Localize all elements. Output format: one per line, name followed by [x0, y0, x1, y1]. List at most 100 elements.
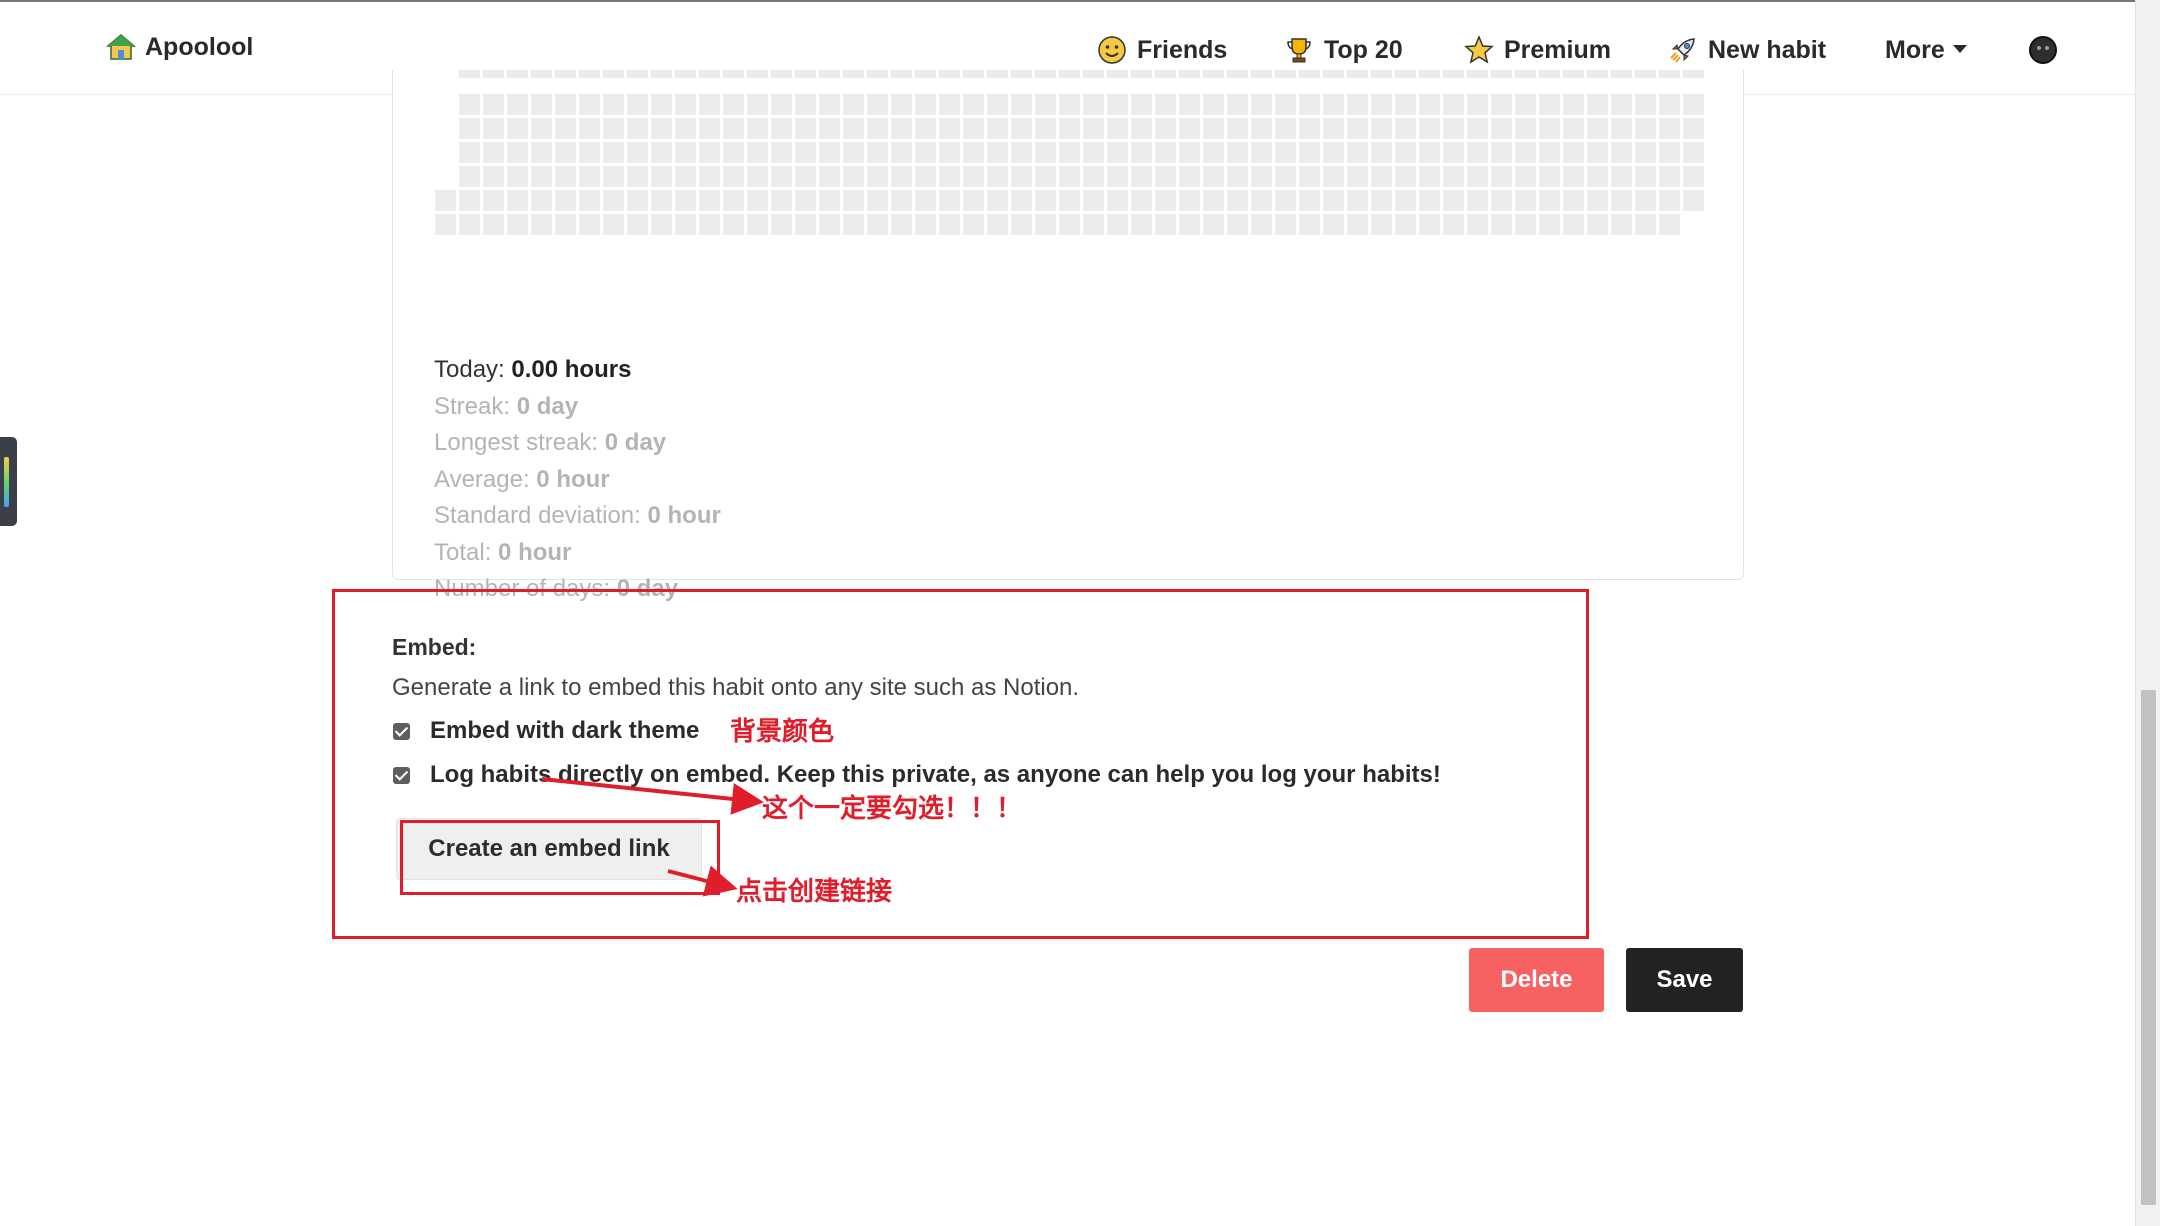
heatmap-cell: [1203, 94, 1224, 115]
heatmap-cell: [1227, 118, 1248, 139]
heatmap-cell: [1371, 142, 1392, 163]
scrollbar-thumb[interactable]: [2141, 690, 2156, 1205]
heatmap-cell: [555, 190, 576, 211]
heatmap-cell: [531, 94, 552, 115]
heatmap-cell: [1515, 94, 1536, 115]
heatmap-cell: [627, 94, 648, 115]
nav-premium[interactable]: Premium: [1464, 32, 1611, 68]
heatmap-cell: [507, 94, 528, 115]
side-widget-indicator: [4, 457, 9, 507]
heatmap-cell: [1155, 118, 1176, 139]
heatmap-cell: [1467, 118, 1488, 139]
heatmap-cell: [651, 214, 672, 235]
heatmap-cell: [1395, 214, 1416, 235]
nav-friends-label: Friends: [1137, 35, 1228, 64]
heatmap-cell: [651, 70, 672, 78]
heatmap-cell: [603, 214, 624, 235]
stat-days-label: Number of days:: [434, 575, 611, 602]
heatmap-cell: [1251, 118, 1272, 139]
heatmap-cell: [1491, 118, 1512, 139]
heatmap-cell: [747, 166, 768, 187]
log-on-embed-option[interactable]: Log habits directly on embed. Keep this …: [393, 761, 1441, 789]
user-avatar[interactable]: [2029, 36, 2057, 64]
save-button[interactable]: Save: [1626, 948, 1743, 1012]
nav-new-habit[interactable]: New habit: [1668, 32, 1826, 68]
heatmap-cell: [627, 70, 648, 78]
heatmap-cell: [915, 190, 936, 211]
heatmap-cell: [1563, 142, 1584, 163]
heatmap-cell: [1371, 214, 1392, 235]
heatmap-cell: [555, 214, 576, 235]
heatmap-cell: [579, 166, 600, 187]
brand-link[interactable]: Apoolool: [106, 32, 253, 62]
heatmap-cell: [579, 142, 600, 163]
heatmap-cell: [1059, 166, 1080, 187]
heatmap-cell: [843, 94, 864, 115]
heatmap-cell: [1395, 190, 1416, 211]
heatmap-cell: [483, 118, 504, 139]
dark-theme-option[interactable]: Embed with dark theme: [393, 717, 699, 745]
heatmap-cell: [1227, 214, 1248, 235]
heatmap-cell: [1227, 190, 1248, 211]
nav-top20-label: Top 20: [1324, 35, 1403, 64]
heatmap-cell: [1587, 190, 1608, 211]
heatmap-cell: [1251, 94, 1272, 115]
heatmap-cell: [939, 118, 960, 139]
heatmap-cell: [1563, 94, 1584, 115]
stat-total-label: Total:: [434, 538, 492, 566]
heatmap-cell: [1203, 190, 1224, 211]
nav-friends[interactable]: Friends: [1097, 32, 1227, 68]
heatmap-cell: [459, 214, 480, 235]
heatmap-cell: [459, 70, 480, 78]
delete-button[interactable]: Delete: [1469, 948, 1604, 1012]
heatmap-cell: [1443, 166, 1464, 187]
page-scrollbar[interactable]: [2135, 0, 2160, 1226]
heatmap-cell: [1155, 214, 1176, 235]
side-widget-handle[interactable]: [0, 437, 17, 526]
heatmap-cell: [1059, 214, 1080, 235]
heatmap-cell: [1275, 142, 1296, 163]
dark-theme-checkbox[interactable]: [393, 722, 410, 740]
create-embed-link-button[interactable]: Create an embed link: [396, 818, 702, 880]
heatmap-cell: [1035, 166, 1056, 187]
heatmap-cell: [1011, 70, 1032, 78]
heatmap-cell: [1083, 166, 1104, 187]
heatmap-cell: [1155, 166, 1176, 187]
heatmap-cell: [1611, 214, 1632, 235]
heatmap-cell: [795, 214, 816, 235]
heatmap-cell: [891, 166, 912, 187]
heatmap-cell: [1419, 94, 1440, 115]
heatmap-cell: [1539, 190, 1560, 211]
heatmap-cell: [555, 142, 576, 163]
nav-more-label: More: [1885, 35, 1945, 64]
heatmap-cell: [963, 190, 984, 211]
heatmap-cell: [531, 142, 552, 163]
heatmap-cell: [651, 118, 672, 139]
stats-list: Today: 0.00 hours Streak: 0 day Longest …: [434, 352, 721, 608]
heatmap-cell: [459, 94, 480, 115]
heatmap-cell: [819, 70, 840, 78]
heatmap-cell: [1539, 166, 1560, 187]
heatmap-cell: [507, 166, 528, 187]
heatmap-cell: [1587, 94, 1608, 115]
log-on-embed-checkbox[interactable]: [393, 766, 410, 784]
heatmap-cell: [507, 142, 528, 163]
heatmap-cell: [1395, 142, 1416, 163]
heatmap-cell: [699, 166, 720, 187]
heatmap-cell: [1011, 118, 1032, 139]
heatmap-cell: [627, 142, 648, 163]
heatmap-cell: [1107, 214, 1128, 235]
brand-name: Apoolool: [145, 32, 254, 61]
nav-top20[interactable]: Top 20: [1284, 32, 1403, 68]
heatmap-cell: [1563, 118, 1584, 139]
heatmap-cell: [939, 166, 960, 187]
heatmap-cell: [555, 166, 576, 187]
stat-average-label: Average:: [434, 465, 530, 493]
heatmap-cell: [747, 94, 768, 115]
nav-more-dropdown[interactable]: More: [1885, 32, 1967, 68]
heatmap-cell: [1683, 94, 1704, 115]
heatmap-cell: [987, 190, 1008, 211]
heatmap-cell: [1107, 70, 1128, 78]
heatmap-cell: [1539, 118, 1560, 139]
heatmap-cell: [1611, 118, 1632, 139]
